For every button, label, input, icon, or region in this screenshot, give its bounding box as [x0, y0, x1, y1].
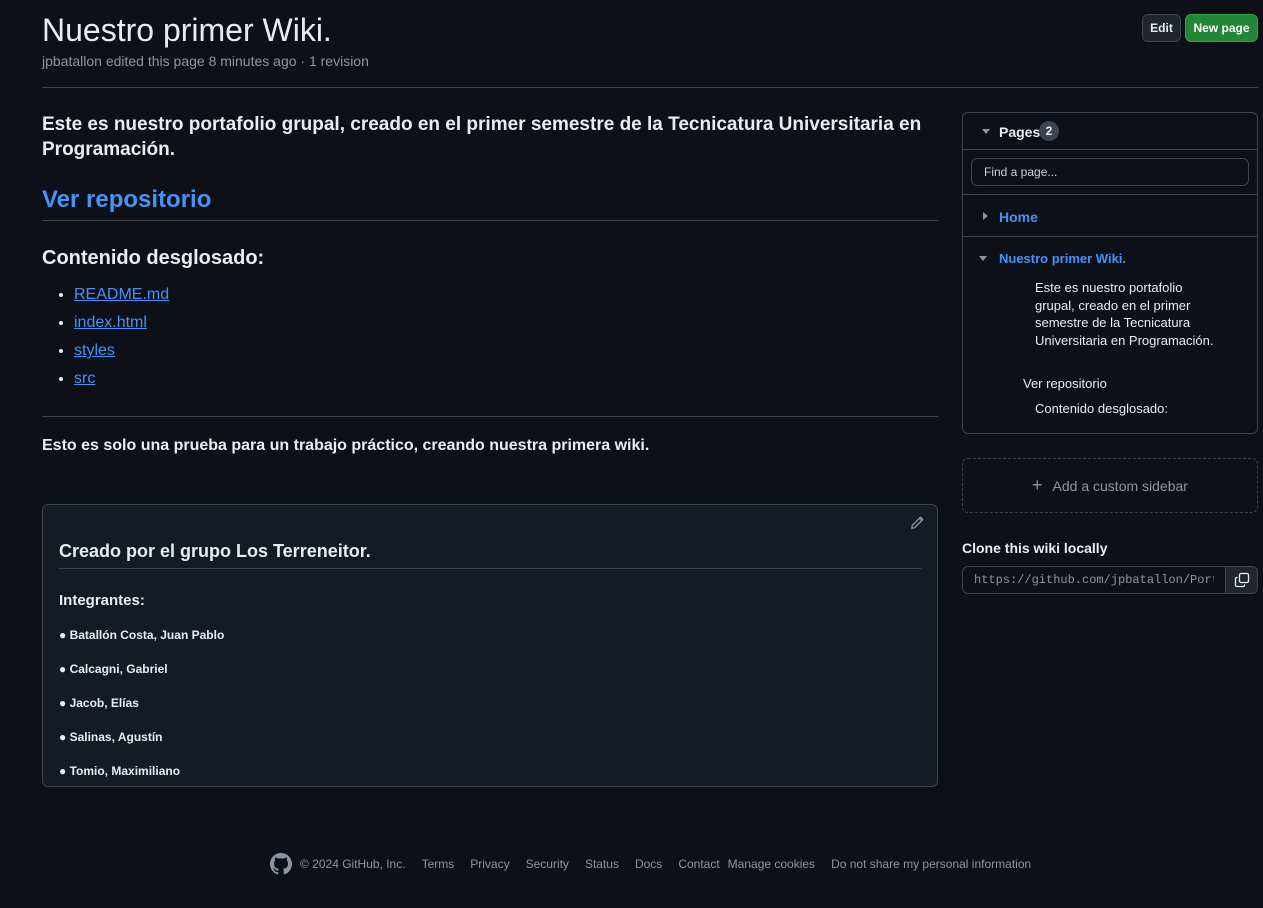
pages-count-badge: 2 [1039, 121, 1059, 141]
list-item: styles [74, 340, 938, 368]
clone-label: Clone this wiki locally [962, 540, 1108, 556]
sidebar-link-home[interactable]: Home [999, 209, 1038, 225]
copy-url-button[interactable] [1225, 566, 1258, 594]
edit-button[interactable]: Edit [1142, 14, 1181, 42]
pages-panel: Pages 2 Home Nuestro primer Wiki. Este e… [962, 112, 1258, 434]
wiki-content: Este es nuestro portafolio grupal, cread… [42, 112, 938, 455]
page-revision-meta: jpbatallon edited this page 8 minutes ag… [42, 53, 369, 69]
member-item: ● Jacob, Elías [59, 696, 139, 710]
repo-link[interactable]: Ver repositorio [42, 186, 938, 221]
footer-copyright: © 2024 GitHub, Inc. [300, 857, 406, 871]
header-divider [42, 87, 1258, 88]
page-title: Nuestro primer Wiki. [42, 12, 332, 48]
list-item: README.md [74, 284, 938, 312]
note-paragraph: Esto es solo una prueba para un trabajo … [42, 437, 650, 454]
member-item: ● Calcagni, Gabriel [59, 662, 168, 676]
sidebar-item-home[interactable]: Home [963, 195, 1257, 237]
footer-link-manage-cookies[interactable]: Manage cookies [728, 857, 815, 871]
site-footer: © 2024 GitHub, Inc. Terms Privacy Securi… [270, 852, 1031, 876]
list-item: index.html [74, 312, 938, 340]
intro-paragraph: Este es nuestro portafolio grupal, cread… [42, 114, 922, 160]
chevron-down-icon [982, 129, 990, 134]
pages-header[interactable]: Pages 2 [963, 113, 1257, 150]
toc-item-repo[interactable]: Ver repositorio [1023, 375, 1107, 393]
footer-link-status[interactable]: Status [585, 857, 619, 871]
github-mark-icon[interactable] [270, 853, 292, 875]
content-heading: Contenido desglosado: [42, 247, 265, 269]
member-item: ● Tomio, Maximiliano [59, 764, 181, 778]
wiki-footer-box: Creado por el grupo Los Terreneitor. Int… [42, 504, 938, 787]
pencil-icon[interactable] [909, 515, 925, 531]
toc-item-intro[interactable]: Este es nuestro portafolio grupal, cread… [1035, 279, 1215, 349]
content-divider [42, 416, 938, 417]
footer-link-docs[interactable]: Docs [635, 857, 662, 871]
footer-link-terms[interactable]: Terms [422, 857, 455, 871]
member-item: ● Salinas, Agustín [59, 730, 163, 744]
find-page-input[interactable] [971, 158, 1249, 186]
footer-link-do-not-share[interactable]: Do not share my personal information [831, 857, 1031, 871]
file-list: README.md index.html styles src [42, 284, 938, 396]
group-title: Creado por el grupo Los Terreneitor. [59, 541, 921, 569]
add-custom-sidebar-button[interactable]: + Add a custom sidebar [962, 458, 1258, 513]
toc-item-content[interactable]: Contenido desglosado: [1035, 400, 1168, 418]
member-item: ● Batallón Costa, Juan Pablo [59, 628, 225, 642]
file-link-index[interactable]: index.html [74, 314, 147, 331]
plus-icon: + [1032, 475, 1043, 495]
chevron-down-icon[interactable] [979, 256, 987, 261]
find-page-container [963, 150, 1257, 195]
chevron-right-icon[interactable] [983, 212, 988, 220]
sidebar-link-current-page[interactable]: Nuestro primer Wiki. [999, 251, 1126, 266]
members-label: Integrantes: [59, 592, 145, 609]
pages-label: Pages [999, 124, 1041, 140]
list-item: src [74, 368, 938, 396]
footer-link-privacy[interactable]: Privacy [470, 857, 509, 871]
footer-link-security[interactable]: Security [526, 857, 569, 871]
new-page-button[interactable]: New page [1185, 14, 1258, 42]
file-link-src[interactable]: src [74, 370, 95, 387]
footer-link-contact[interactable]: Contact [678, 857, 719, 871]
file-link-styles[interactable]: styles [74, 342, 115, 359]
clone-url-field[interactable] [962, 566, 1226, 594]
copy-icon [1234, 572, 1249, 588]
file-link-readme[interactable]: README.md [74, 286, 169, 303]
add-custom-sidebar-label: Add a custom sidebar [1052, 477, 1188, 494]
